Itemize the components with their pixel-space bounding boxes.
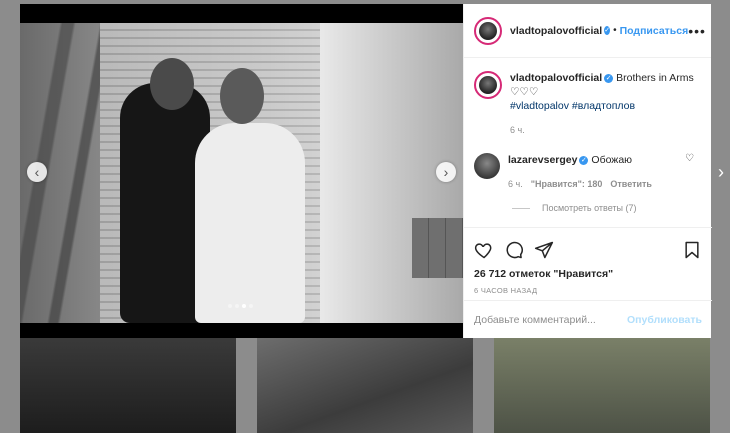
comment-input[interactable] — [474, 313, 624, 326]
follow-button[interactable]: Подписаться — [620, 25, 689, 37]
post-actions: 26 712 отметок "Нравится" 6 ЧАСОВ НАЗАД — [464, 227, 712, 295]
commenter-avatar[interactable] — [474, 153, 500, 179]
divider — [512, 207, 530, 209]
profile-grid-tile[interactable] — [494, 338, 710, 433]
post-media: ‹ › — [20, 4, 463, 338]
carousel-next-button[interactable]: › — [436, 162, 456, 182]
carousel-dot — [235, 304, 239, 308]
author-avatar[interactable] — [474, 16, 502, 45]
comment-like-heart-icon[interactable]: ♡ — [685, 153, 694, 164]
carousel-dot — [249, 304, 253, 308]
next-post-chevron-icon[interactable]: › — [718, 162, 724, 183]
carousel-dot — [228, 304, 232, 308]
post-sidebar: vladtopalovofficial ✓ • Подписаться ••• … — [463, 4, 712, 338]
carousel-indicator — [228, 304, 253, 308]
comment-item: lazarevsergey ✓ Обожаю 6 ч. "Нравится": 1… — [474, 153, 702, 191]
more-options-icon[interactable]: ••• — [688, 23, 706, 39]
hashtag-link[interactable]: #владтоплов — [572, 100, 635, 112]
author-avatar[interactable] — [474, 71, 502, 99]
likes-count[interactable]: 26 712 отметок "Нравится" — [474, 268, 702, 280]
post-timestamp[interactable]: 6 ЧАСОВ НАЗАД — [474, 286, 702, 295]
carousel-dot — [242, 304, 246, 308]
comments-list: vladtopalovofficial ✓ Brothers in Arms ♡♡… — [464, 59, 712, 227]
verified-badge-icon: ✓ — [604, 26, 611, 35]
post-header: vladtopalovofficial ✓ • Подписаться ••• — [464, 4, 711, 58]
verified-badge-icon: ✓ — [579, 155, 589, 165]
comment-text: Обожаю — [591, 154, 633, 166]
share-send-icon[interactable] — [534, 240, 554, 260]
bookmark-icon[interactable] — [682, 240, 702, 260]
profile-grid-tile[interactable] — [20, 338, 236, 433]
caption: vladtopalovofficial ✓ Brothers in Arms ♡♡… — [474, 71, 702, 137]
caption-timestamp[interactable]: 6 ч. — [510, 123, 702, 137]
like-heart-icon[interactable] — [474, 240, 494, 260]
caption-author[interactable]: vladtopalovofficial — [510, 72, 602, 84]
comment-bubble-icon[interactable] — [504, 240, 524, 260]
comment-likes-count[interactable]: "Нравится": 180 — [531, 177, 603, 191]
profile-grid-tile[interactable] — [257, 338, 473, 433]
commenter-username[interactable]: lazarevsergey — [508, 154, 577, 166]
comment-composer: Опубликовать — [464, 300, 712, 338]
hashtag-link[interactable]: #vladtopalov — [510, 100, 569, 112]
comment-timestamp[interactable]: 6 ч. — [508, 177, 523, 191]
view-replies-button[interactable]: Посмотреть ответы (7) — [512, 203, 702, 213]
verified-badge-icon: ✓ — [604, 73, 614, 83]
carousel-prev-button[interactable]: ‹ — [27, 162, 47, 182]
publish-button[interactable]: Опубликовать — [627, 314, 702, 326]
post-photo — [20, 23, 463, 323]
author-username[interactable]: vladtopalovofficial — [510, 25, 602, 37]
reply-button[interactable]: Ответить — [610, 177, 652, 191]
